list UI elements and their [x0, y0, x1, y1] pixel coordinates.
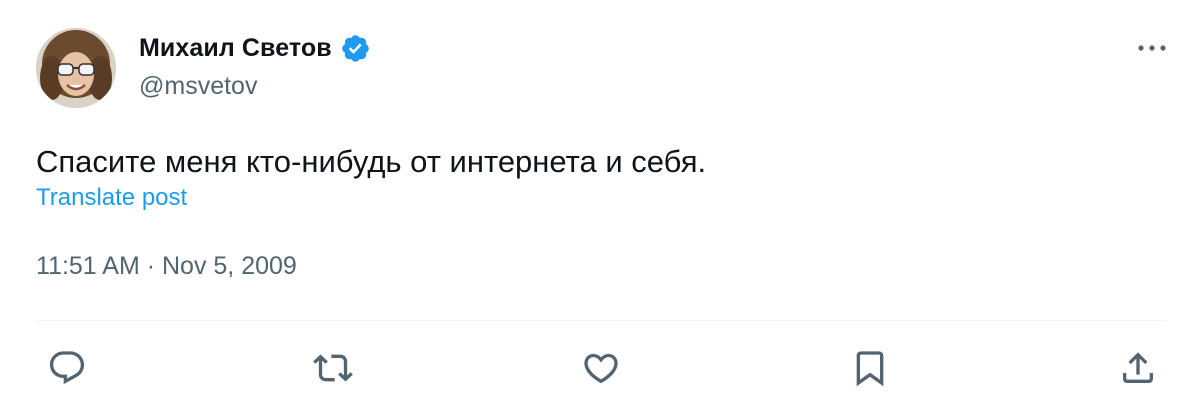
- bookmark-icon: [856, 351, 884, 387]
- tweet-text: Спасите меня кто-нибудь от интернета и с…: [36, 144, 707, 179]
- share-button[interactable]: [1116, 346, 1160, 390]
- tweet-timestamp[interactable]: 11:51 AM · Nov 5, 2009: [36, 252, 297, 281]
- heart-icon: [584, 353, 618, 384]
- reply-icon: [49, 351, 85, 385]
- translate-post-link[interactable]: Translate post: [36, 184, 187, 212]
- author-name[interactable]: Михаил Светов: [139, 34, 332, 63]
- divider: [36, 320, 1166, 321]
- bookmark-button[interactable]: [848, 346, 892, 390]
- verified-badge-icon[interactable]: [340, 33, 371, 64]
- share-icon: [1123, 352, 1153, 383]
- avatar[interactable]: [36, 28, 116, 108]
- like-button[interactable]: [579, 346, 623, 390]
- author-name-row: Михаил Светов: [139, 30, 371, 66]
- reply-button[interactable]: [45, 346, 89, 390]
- repost-icon: [313, 354, 353, 382]
- avatar-photo-icon: [36, 28, 116, 108]
- author-handle[interactable]: @msvetov: [139, 72, 257, 101]
- more-dots-icon: [1138, 45, 1166, 51]
- tweet-card: Михаил Светов @msvetov Спасите меня кто-…: [0, 0, 1200, 418]
- repost-button[interactable]: [311, 346, 355, 390]
- more-options-button[interactable]: [1134, 34, 1170, 62]
